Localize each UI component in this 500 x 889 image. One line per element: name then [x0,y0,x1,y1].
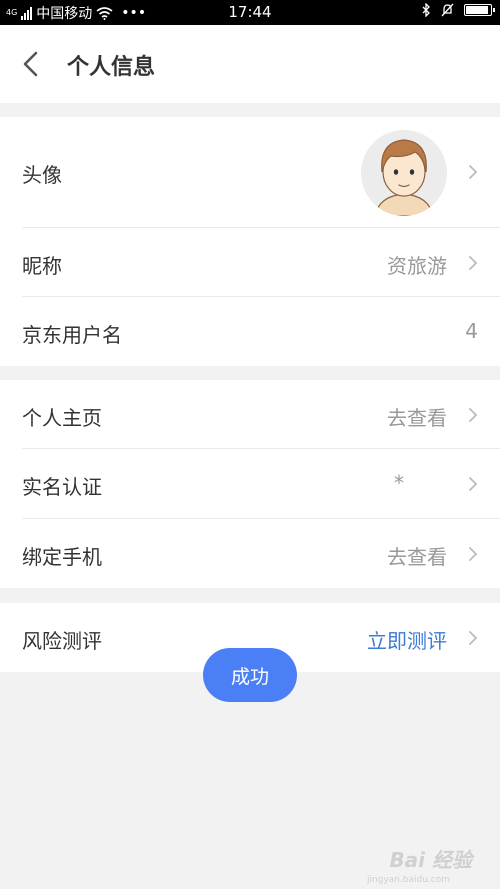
status-bar: 4G 中国移动 ••• 17:44 [0,0,500,25]
risk-assessment-link[interactable]: 立即测评 [367,625,447,654]
avatar[interactable] [361,130,447,216]
watermark-logo: Bai 经验 [389,848,472,872]
chevron-right-icon [469,477,478,491]
avatar-label: 头像 [22,163,62,187]
row-avatar[interactable]: 头像 [0,117,500,228]
real-name-label: 实名认证 [22,475,102,499]
nav-header: 个人信息 [0,25,500,103]
risk-assessment-label: 风险测评 [22,629,102,653]
homepage-label: 个人主页 [22,406,102,430]
profile-group: 头像 昵称 资旅游 京东用户名 4 [0,117,500,366]
nickname-value: 资旅游 [387,254,447,278]
chevron-right-icon [469,256,478,270]
bluetooth-icon [422,3,430,17]
watermark-url: jingyan.baidu.com [366,875,450,885]
battery-icon [464,4,495,16]
success-toast: 成功 [203,648,297,702]
account-group: 个人主页 去查看 实名认证 * 绑定手机 去查看 [0,380,500,588]
bind-phone-label: 绑定手机 [22,545,102,569]
row-nickname[interactable]: 昵称 资旅游 [0,228,500,297]
chevron-right-icon [469,165,478,179]
chevron-right-icon [469,408,478,422]
real-name-value: * [394,471,404,495]
row-jd-username: 京东用户名 4 [0,297,500,366]
row-real-name[interactable]: 实名认证 * [0,449,500,519]
jd-username-label: 京东用户名 [22,323,122,347]
nickname-label: 昵称 [22,254,62,278]
back-arrow-icon[interactable] [20,51,44,77]
avatar-illustration [361,130,447,216]
chevron-right-icon [469,547,478,561]
jd-username-value: 4 [465,319,478,343]
homepage-value: 去查看 [387,406,447,430]
row-bind-phone[interactable]: 绑定手机 去查看 [0,519,500,588]
row-homepage[interactable]: 个人主页 去查看 [0,380,500,449]
mute-bell-icon [441,3,454,17]
chevron-right-icon [469,631,478,645]
page-title: 个人信息 [67,55,156,80]
bind-phone-value: 去查看 [387,545,447,569]
